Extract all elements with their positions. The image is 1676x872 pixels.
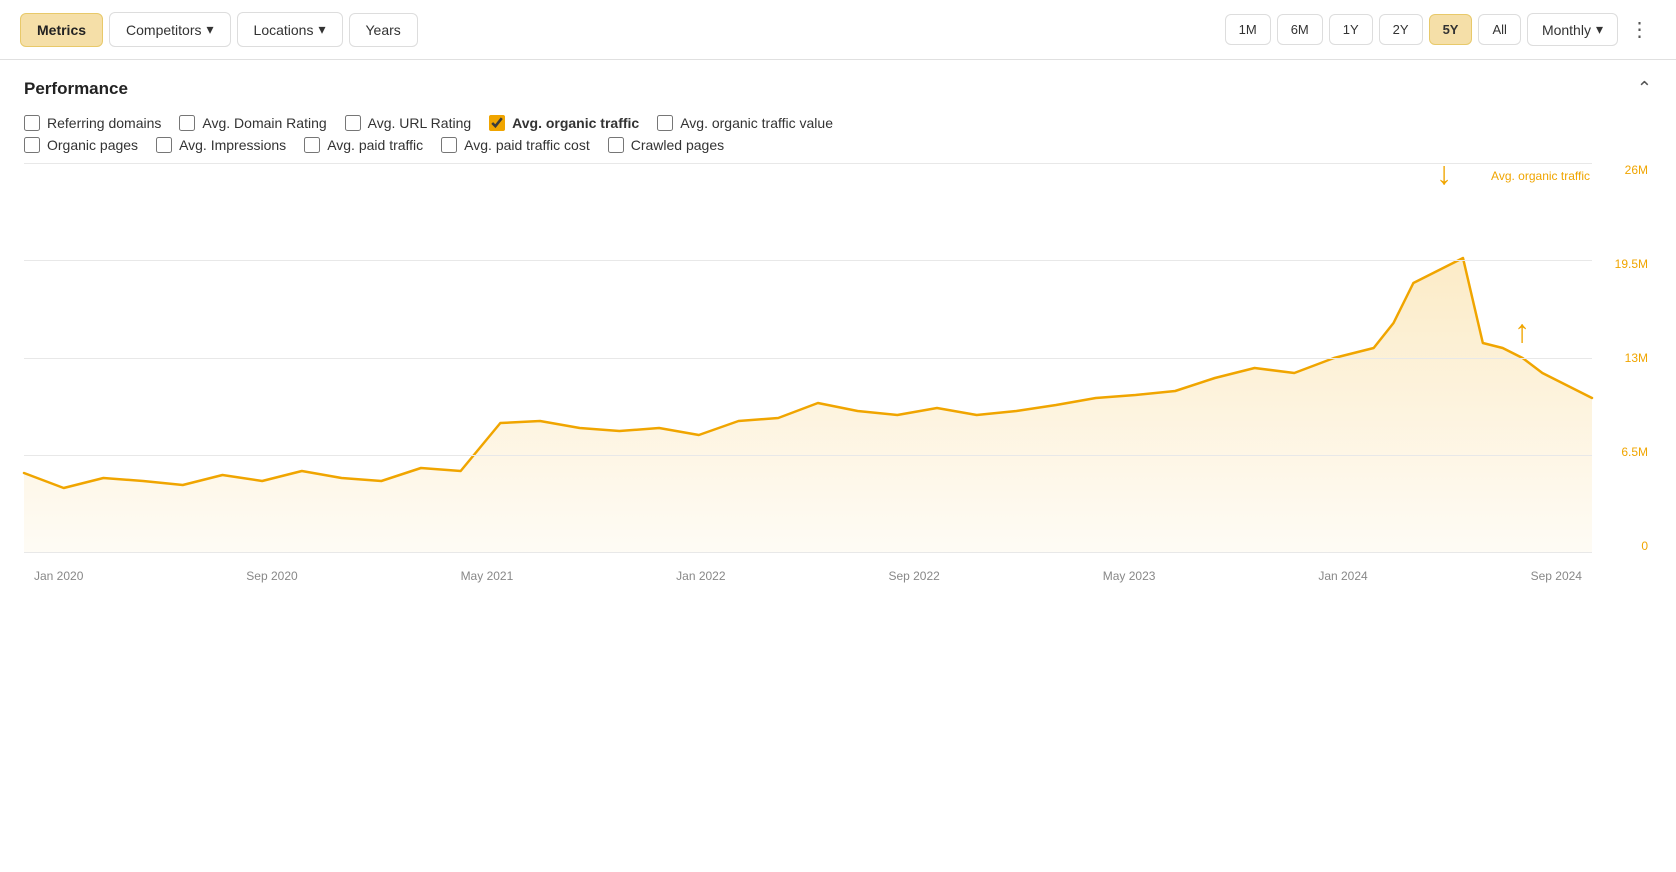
competitors-button[interactable]: Competitors ▾ — [109, 12, 231, 47]
period-6m-button[interactable]: 6M — [1277, 14, 1323, 45]
checkbox-item-cb8[interactable]: Avg. paid traffic — [304, 137, 423, 153]
period-all-button[interactable]: All — [1478, 14, 1520, 45]
monthly-dropdown-button[interactable]: Monthly ▾ — [1527, 13, 1618, 46]
y-label-19_5m: 19.5M — [1615, 257, 1648, 271]
checkbox-label-cb8: Avg. paid traffic — [327, 137, 423, 153]
checkbox-label-cb5: Avg. organic traffic value — [680, 115, 833, 131]
metrics-button[interactable]: Metrics — [20, 13, 103, 47]
checkbox-cb1[interactable] — [24, 115, 40, 131]
section-header: Performance ⌃ — [24, 78, 1652, 99]
checkbox-cb3[interactable] — [345, 115, 361, 131]
checkbox-cb10[interactable] — [608, 137, 624, 153]
performance-section: Performance ⌃ Referring domains Avg. Doma… — [0, 60, 1676, 583]
section-title: Performance — [24, 79, 128, 99]
checkbox-cb7[interactable] — [156, 137, 172, 153]
x-label: May 2023 — [1103, 569, 1156, 583]
top-bar-left: Metrics Competitors ▾ Locations ▾ Years — [20, 12, 418, 47]
x-label: Jan 2020 — [34, 569, 83, 583]
arrow-down-icon: ↓ — [1436, 155, 1452, 192]
period-1m-button[interactable]: 1M — [1225, 14, 1271, 45]
x-label: Sep 2022 — [888, 569, 939, 583]
monthly-chevron-icon: ▾ — [1596, 21, 1603, 38]
checkbox-item-cb9[interactable]: Avg. paid traffic cost — [441, 137, 590, 153]
checkbox-label-cb9: Avg. paid traffic cost — [464, 137, 590, 153]
x-label: Sep 2020 — [246, 569, 297, 583]
monthly-label: Monthly — [1542, 22, 1591, 38]
top-bar: Metrics Competitors ▾ Locations ▾ Years … — [0, 0, 1676, 60]
chart-wrapper: Avg. organic traffic — [24, 163, 1652, 583]
x-label: May 2021 — [461, 569, 514, 583]
x-label: Jan 2024 — [1318, 569, 1367, 583]
checkbox-label-cb1: Referring domains — [47, 115, 161, 131]
checkbox-item-cb2[interactable]: Avg. Domain Rating — [179, 115, 326, 131]
competitors-label: Competitors — [126, 22, 201, 38]
top-bar-right: 1M 6M 1Y 2Y 5Y All Monthly ▾ ⋮ — [1225, 13, 1656, 46]
collapse-icon[interactable]: ⌃ — [1637, 78, 1652, 99]
checkbox-item-cb10[interactable]: Crawled pages — [608, 137, 724, 153]
checkbox-cb8[interactable] — [304, 137, 320, 153]
checkbox-item-cb7[interactable]: Avg. Impressions — [156, 137, 286, 153]
competitors-chevron-icon: ▾ — [207, 21, 214, 38]
years-button[interactable]: Years — [349, 13, 418, 47]
period-5y-button[interactable]: 5Y — [1429, 14, 1473, 45]
checkbox-item-cb1[interactable]: Referring domains — [24, 115, 161, 131]
checkbox-cb2[interactable] — [179, 115, 195, 131]
checkbox-label-cb4: Avg. organic traffic — [512, 115, 639, 131]
checkbox-label-cb3: Avg. URL Rating — [368, 115, 472, 131]
checkbox-label-cb7: Avg. Impressions — [179, 137, 286, 153]
arrow-up-icon: ↑ — [1514, 313, 1530, 350]
x-label: Sep 2024 — [1531, 569, 1582, 583]
checkboxes-row-1: Referring domains Avg. Domain Rating Avg. … — [24, 115, 1652, 131]
locations-label: Locations — [254, 22, 314, 38]
period-2y-button[interactable]: 2Y — [1379, 14, 1423, 45]
x-axis-labels: Jan 2020 Sep 2020 May 2021 Jan 2022 Sep 2022… — [24, 555, 1592, 583]
checkbox-item-cb3[interactable]: Avg. URL Rating — [345, 115, 472, 131]
chart-svg — [24, 163, 1592, 553]
y-axis-labels: 26M 19.5M 13M 6.5M 0 — [1600, 163, 1652, 553]
checkboxes-row-2: Organic pages Avg. Impressions Avg. paid t… — [24, 137, 1652, 153]
more-options-button[interactable]: ⋮ — [1624, 14, 1656, 46]
checkbox-label-cb6: Organic pages — [47, 137, 138, 153]
chart-inner: ↓ ↑ — [24, 163, 1592, 553]
locations-chevron-icon: ▾ — [318, 21, 325, 38]
x-label: Jan 2022 — [676, 569, 725, 583]
y-label-26m: 26M — [1625, 163, 1648, 177]
y-label-0: 0 — [1641, 539, 1648, 553]
y-label-13m: 13M — [1625, 351, 1648, 365]
checkbox-item-cb5[interactable]: Avg. organic traffic value — [657, 115, 833, 131]
checkbox-item-cb6[interactable]: Organic pages — [24, 137, 138, 153]
checkbox-label-cb10: Crawled pages — [631, 137, 724, 153]
locations-button[interactable]: Locations ▾ — [237, 12, 343, 47]
period-1y-button[interactable]: 1Y — [1329, 14, 1373, 45]
checkbox-label-cb2: Avg. Domain Rating — [202, 115, 326, 131]
checkbox-item-cb4[interactable]: Avg. organic traffic — [489, 115, 639, 131]
y-label-6_5m: 6.5M — [1621, 445, 1648, 459]
checkbox-cb9[interactable] — [441, 137, 457, 153]
checkbox-cb6[interactable] — [24, 137, 40, 153]
checkbox-cb5[interactable] — [657, 115, 673, 131]
checkbox-cb4[interactable] — [489, 115, 505, 131]
